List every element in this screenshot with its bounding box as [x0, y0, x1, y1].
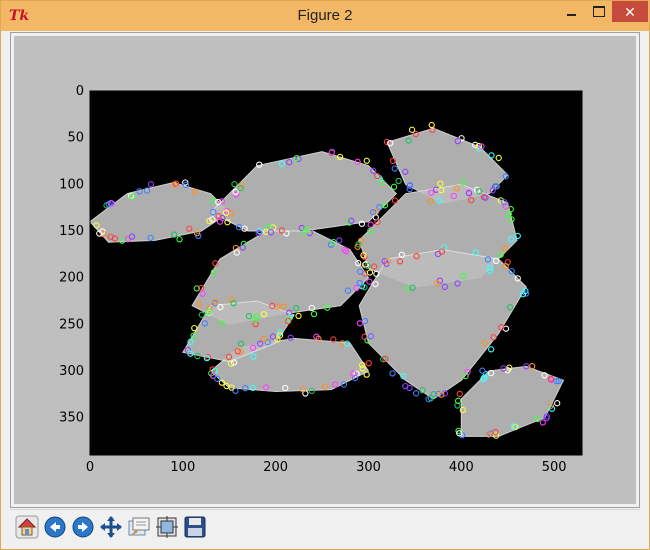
zoom-button[interactable] — [125, 513, 153, 541]
maximize-button[interactable] — [585, 1, 612, 22]
window-title: Figure 2 — [297, 7, 353, 24]
y-tick-label: 300 — [59, 364, 84, 379]
y-tick-label: 50 — [67, 131, 84, 146]
y-tick-label: 200 — [59, 271, 84, 286]
maximize-icon — [593, 6, 605, 17]
forward-arrow-icon — [72, 516, 94, 538]
figure-frame: 0 100 200 300 400 500 0 50 100 150 200 250 300 350 — [10, 32, 640, 508]
subplots-button[interactable] — [153, 513, 181, 541]
zoom-to-rect-icon — [128, 517, 150, 536]
home-icon — [15, 515, 39, 539]
configure-subplots-icon — [156, 516, 178, 538]
y-tick-label: 0 — [76, 84, 84, 99]
y-tick-label: 150 — [59, 224, 84, 239]
pan-button[interactable] — [97, 513, 125, 541]
figure-window: Tk Figure 2 ✕ 0 100 200 300 400 500 0 50 100 150 2… — [0, 0, 650, 550]
minimize-icon — [567, 14, 576, 16]
save-button[interactable] — [181, 513, 209, 541]
figure-canvas[interactable]: 0 100 200 300 400 500 0 50 100 150 200 250 300 350 — [14, 36, 636, 504]
navigation-toolbar — [10, 509, 640, 546]
pan-icon — [100, 516, 122, 538]
forward-button[interactable] — [69, 513, 97, 541]
close-button[interactable]: ✕ — [612, 1, 648, 22]
x-tick-label: 400 — [449, 460, 474, 475]
back-arrow-icon — [44, 516, 66, 538]
x-tick-label: 0 — [86, 460, 94, 475]
home-button[interactable] — [13, 513, 41, 541]
save-icon — [184, 516, 206, 538]
y-tick-label: 100 — [59, 177, 84, 192]
y-tick-label: 250 — [59, 317, 84, 332]
back-button[interactable] — [41, 513, 69, 541]
x-tick-label: 300 — [356, 460, 381, 475]
x-tick-label: 100 — [170, 460, 195, 475]
x-tick-label: 200 — [263, 460, 288, 475]
y-tick-label: 350 — [59, 411, 84, 426]
plot-area[interactable]: 0 100 200 300 400 500 0 50 100 150 200 250 300 350 — [14, 36, 636, 504]
minimize-button[interactable] — [558, 1, 585, 22]
close-icon: ✕ — [624, 5, 636, 21]
x-tick-label: 500 — [542, 460, 567, 475]
title-bar[interactable]: Tk Figure 2 ✕ — [1, 1, 649, 31]
